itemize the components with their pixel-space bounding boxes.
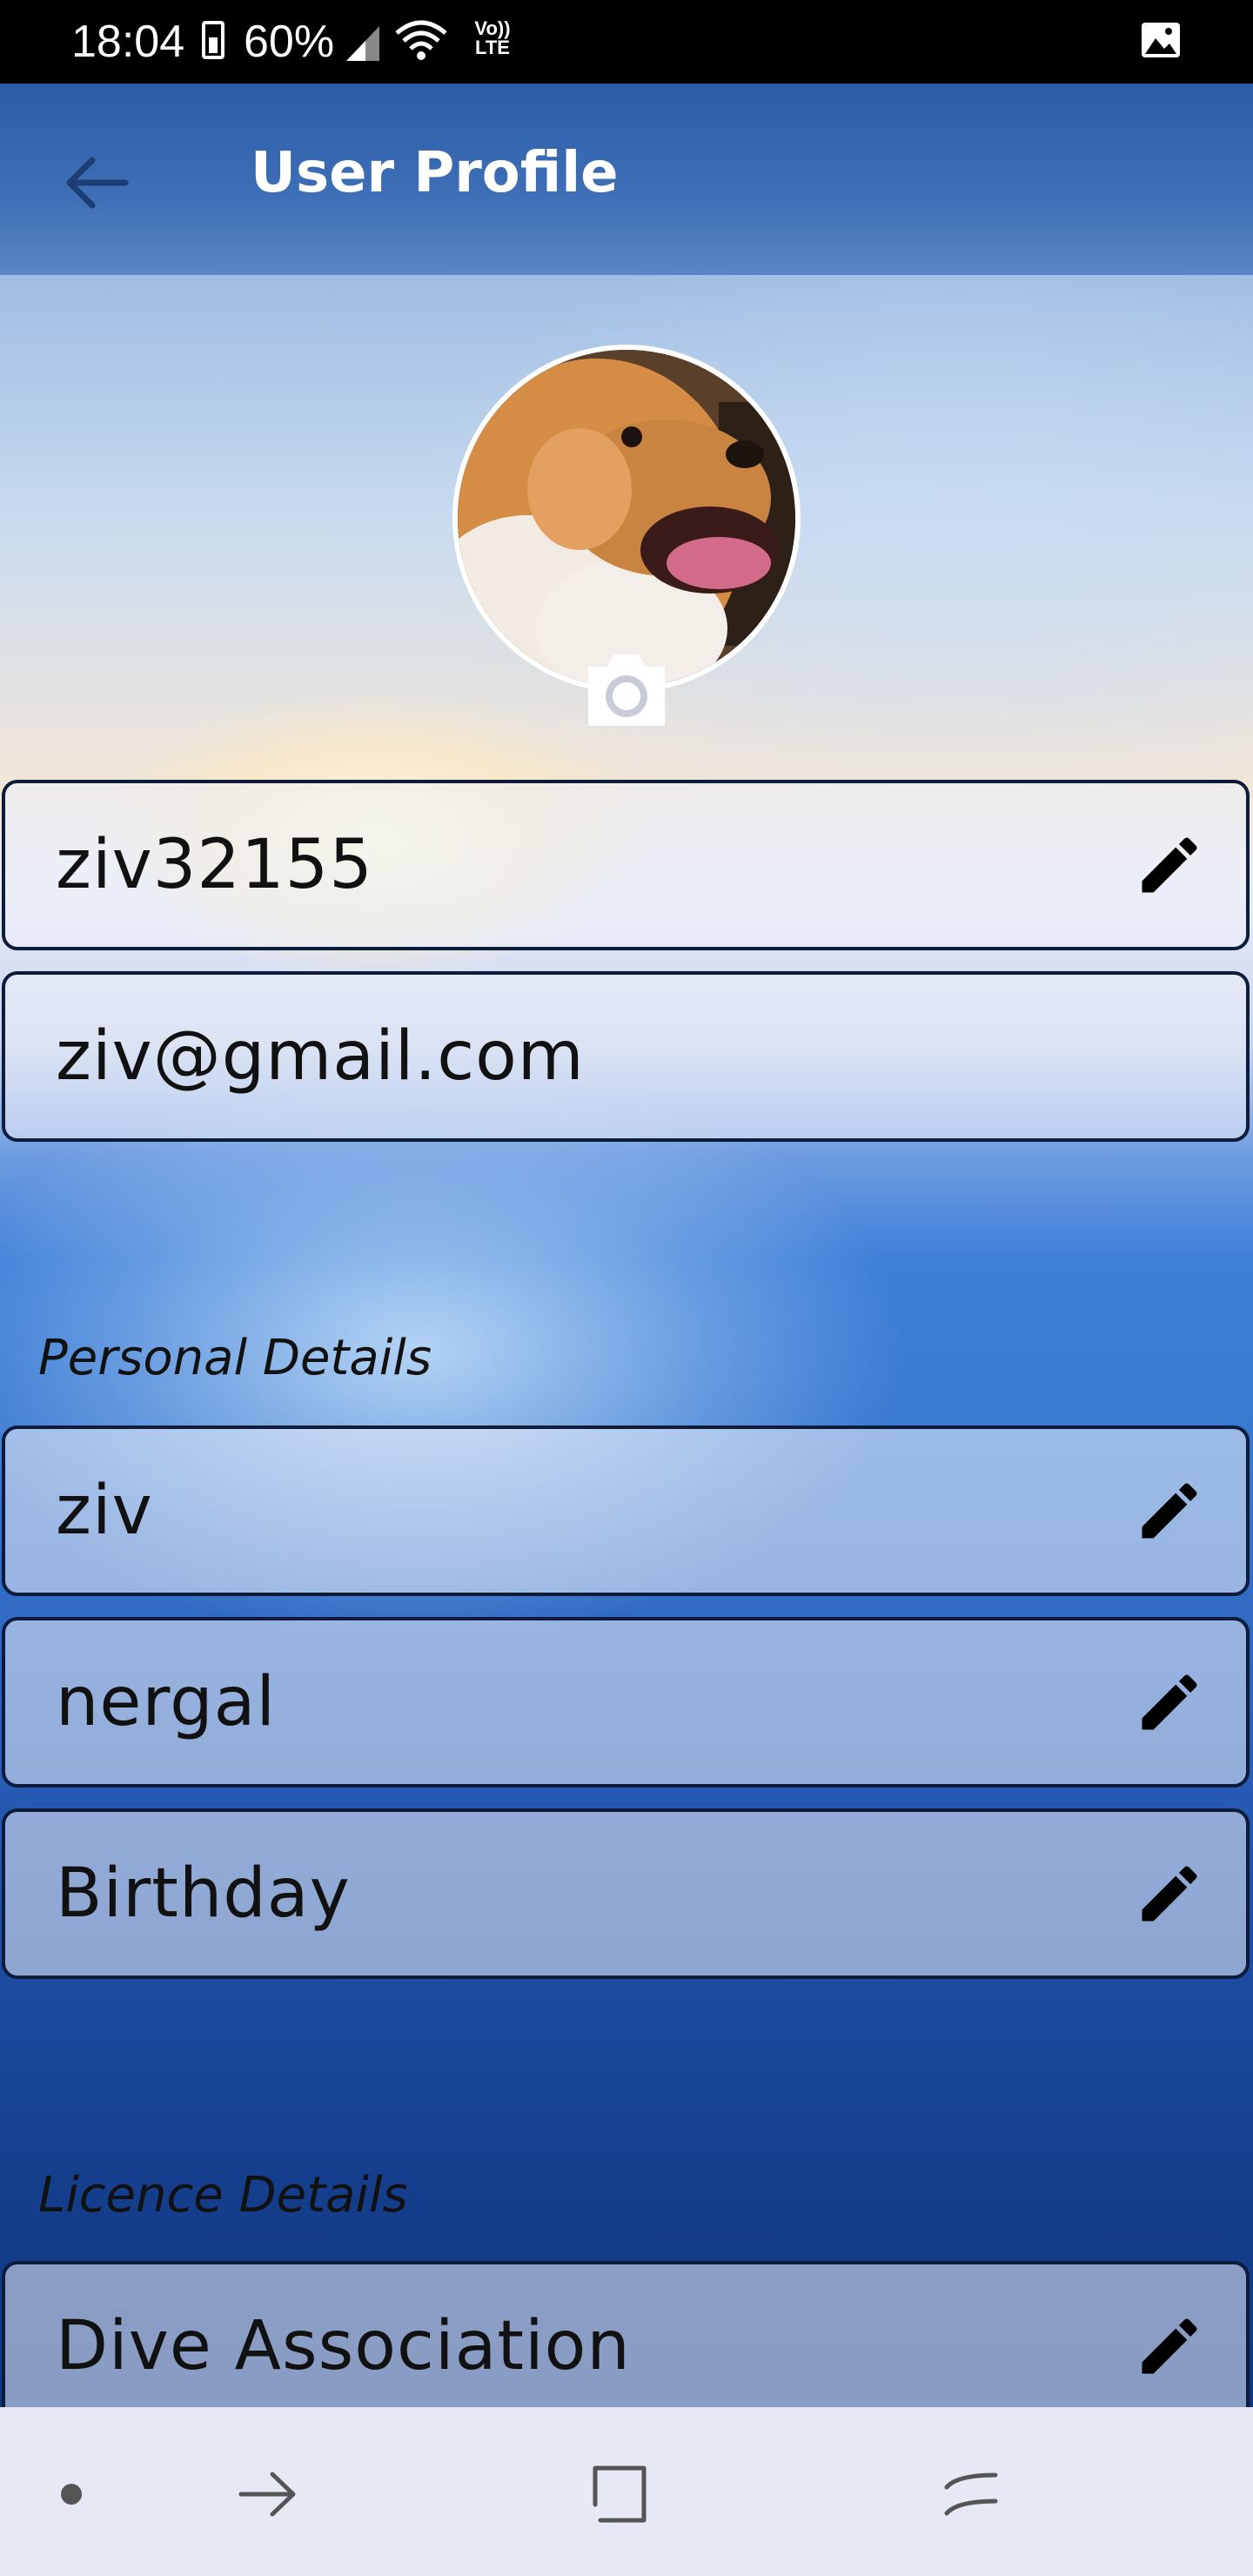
licence-details-heading: Licence Details <box>38 2167 408 2224</box>
camera-icon[interactable] <box>581 646 672 729</box>
first-name-value: ziv <box>56 1472 153 1550</box>
personal-details-heading: Personal Details <box>38 1330 432 1386</box>
birthday-value: Birthday <box>56 1855 351 1933</box>
wifi-icon <box>395 20 447 60</box>
first-name-field[interactable]: ziv <box>2 1426 1250 1596</box>
nav-forward-button[interactable] <box>224 2451 312 2538</box>
recents-icon <box>593 2465 647 2523</box>
username-field[interactable]: ziv32155 <box>2 780 1250 950</box>
status-time: 18:04 <box>71 17 185 67</box>
pencil-icon[interactable] <box>1133 1666 1206 1739</box>
nav-dot-button[interactable] <box>28 2451 115 2538</box>
nav-back-button[interactable] <box>928 2451 1015 2538</box>
back-icon <box>944 2472 998 2516</box>
username-value: ziv32155 <box>56 826 373 904</box>
page-title: User Profile <box>251 141 619 205</box>
pencil-icon[interactable] <box>1133 2310 1206 2383</box>
system-nav-bar <box>0 2407 1253 2576</box>
last-name-field[interactable]: nergal <box>2 1617 1250 1788</box>
status-bar: 18:04 60% Vo)) LTE <box>0 0 1253 84</box>
dive-association-value: Dive Association <box>56 2307 631 2385</box>
pencil-icon[interactable] <box>1133 1857 1206 1930</box>
dive-association-field[interactable]: Dive Association <box>2 2261 1250 2432</box>
back-button[interactable] <box>52 139 139 226</box>
dot-icon <box>61 2484 82 2505</box>
pencil-icon[interactable] <box>1133 1474 1206 1547</box>
email-value: ziv@gmail.com <box>56 1017 585 1096</box>
dog-photo-avatar <box>458 350 795 688</box>
email-field[interactable]: ziv@gmail.com <box>2 971 1250 1142</box>
app-bar: User Profile <box>0 84 1253 275</box>
avatar[interactable] <box>452 345 801 693</box>
battery-icon <box>202 21 224 59</box>
arrow-right-icon <box>238 2472 296 2517</box>
signal-icon <box>346 26 379 61</box>
arrow-left-icon <box>66 157 129 209</box>
pencil-icon[interactable] <box>1133 828 1206 902</box>
battery-level: 60% <box>244 17 335 67</box>
network-type: Vo)) LTE <box>474 17 511 58</box>
nav-home-button[interactable] <box>576 2451 663 2538</box>
gallery-icon <box>1142 23 1180 57</box>
last-name-value: nergal <box>56 1663 277 1741</box>
birthday-field[interactable]: Birthday <box>2 1808 1250 1979</box>
